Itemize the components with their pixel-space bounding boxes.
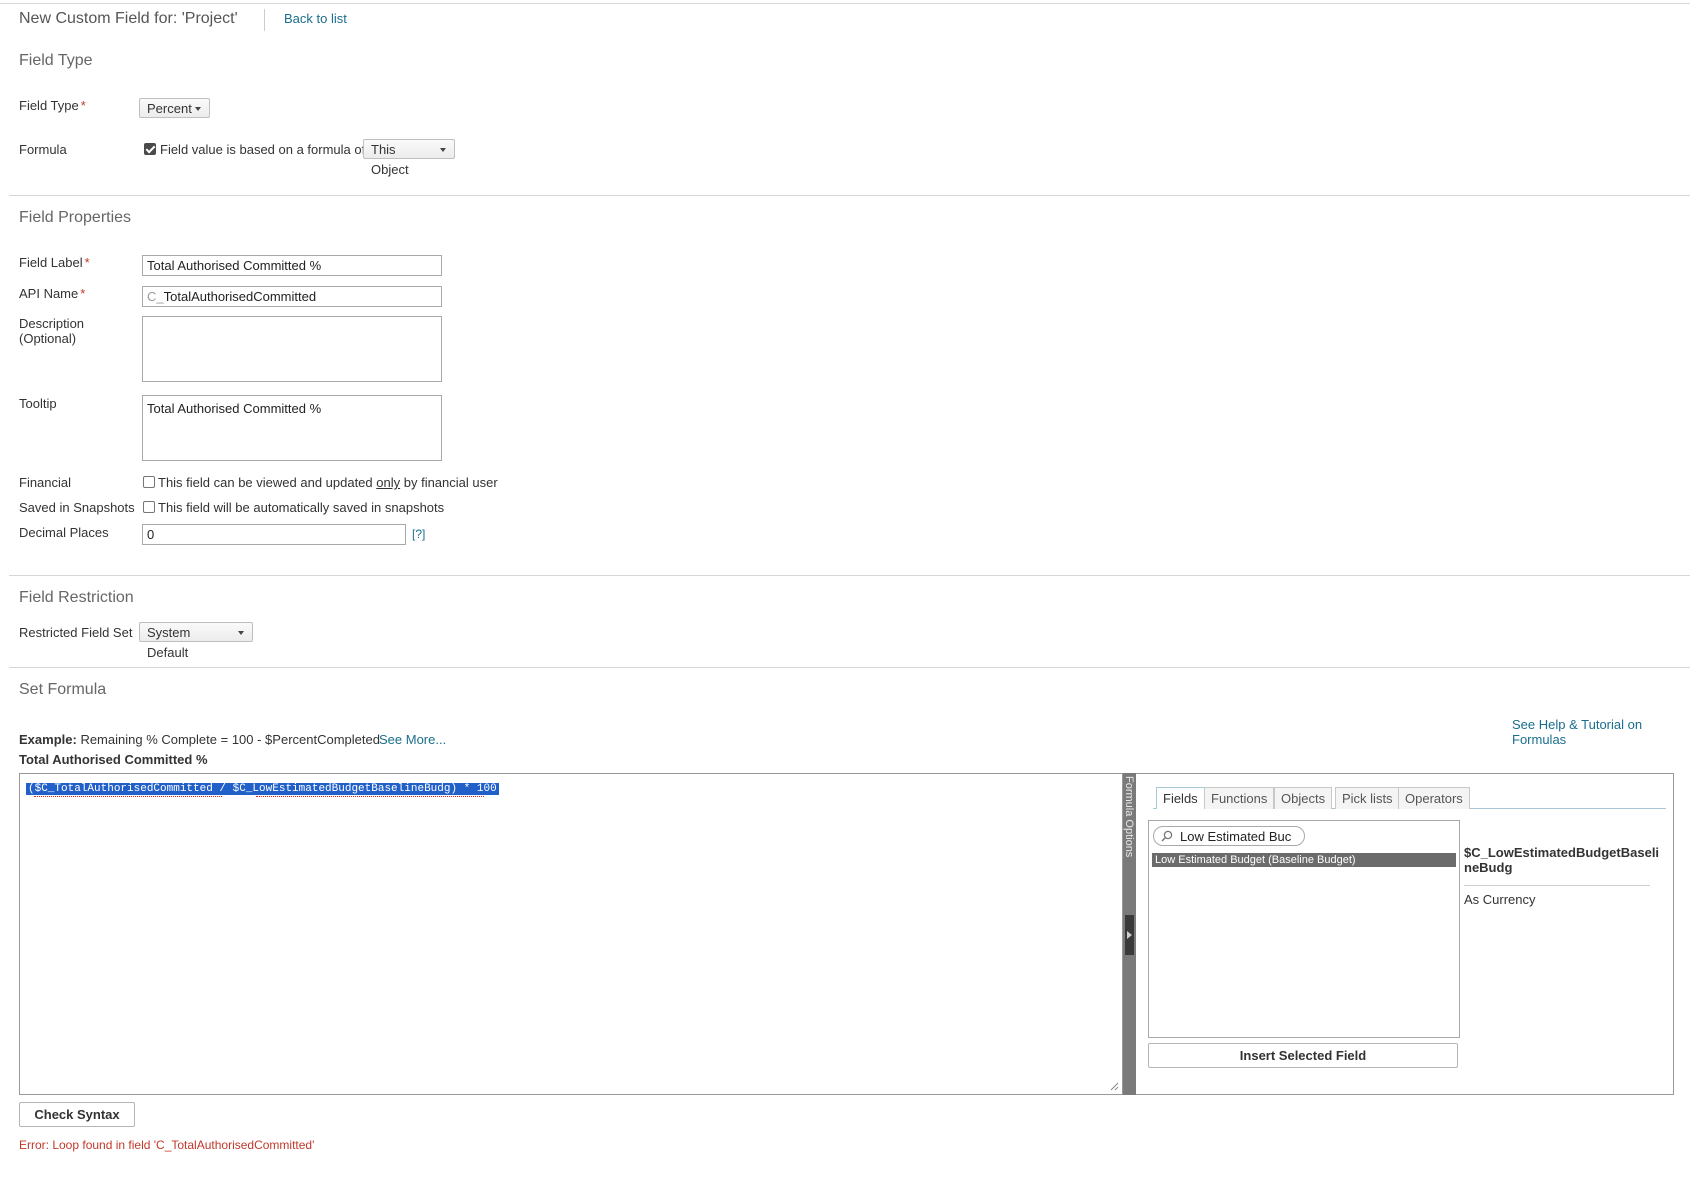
top-border xyxy=(0,3,1690,4)
field-properties-section-title: Field Properties xyxy=(19,209,132,226)
description-label: Description (Optional) xyxy=(19,316,85,346)
resize-handle-icon[interactable] xyxy=(1110,1082,1119,1091)
chevron-down-icon xyxy=(195,107,201,111)
detail-divider xyxy=(1464,885,1650,886)
tab-operators[interactable]: Operators xyxy=(1398,787,1470,809)
chevron-right-icon xyxy=(1127,931,1132,939)
formula-editor[interactable]: ($C_TotalAuthorisedCommitted / $C_LowEst… xyxy=(19,773,1123,1095)
error-message: Error: Loop found in field 'C_TotalAutho… xyxy=(19,1138,315,1152)
restricted-field-set-dropdown[interactable]: System Default xyxy=(139,622,253,660)
formula-label: Formula xyxy=(19,142,67,157)
formula-options-handle[interactable]: Formula Options xyxy=(1123,773,1136,1095)
insert-selected-field-button[interactable]: Insert Selected Field xyxy=(1148,1043,1458,1068)
field-search-value: Low Estimated Buc xyxy=(1180,829,1292,844)
check-syntax-button[interactable]: Check Syntax xyxy=(19,1102,135,1127)
formula-object-dropdown[interactable]: This Object xyxy=(363,139,455,177)
field-type-section-title: Field Type xyxy=(19,52,93,69)
formula-example: Example: Remaining % Complete = 100 - $P… xyxy=(19,732,380,747)
tab-functions[interactable]: Functions xyxy=(1204,787,1275,809)
formula-object-value: This Object xyxy=(371,142,409,177)
field-type-value: Percent xyxy=(147,101,192,116)
api-name-input[interactable]: C_TotalAuthorisedCommitted xyxy=(142,286,442,307)
decimal-places-input[interactable]: 0 xyxy=(142,524,406,545)
tooltip-textarea[interactable]: Total Authorised Committed % xyxy=(142,395,442,461)
restricted-field-set-value: System Default xyxy=(147,625,191,660)
chevron-down-icon xyxy=(238,631,244,635)
set-formula-section-title: Set Formula xyxy=(19,681,107,698)
tab-fields[interactable]: Fields xyxy=(1156,787,1205,809)
formula-options-panel: Fields Functions Objects Pick lists Oper… xyxy=(1136,773,1674,1095)
field-label-label: Field Label * xyxy=(19,255,90,270)
field-result-item[interactable]: Low Estimated Budget (Baseline Budget) xyxy=(1152,853,1456,867)
field-label-input[interactable]: Total Authorised Committed % xyxy=(142,255,442,276)
formula-options-label: Formula Options xyxy=(1123,776,1135,858)
financial-checkbox[interactable] xyxy=(143,476,155,488)
snapshots-checkbox[interactable] xyxy=(143,501,155,513)
search-icon xyxy=(1161,830,1173,842)
api-name-value: TotalAuthorisedCommitted xyxy=(163,289,317,304)
tab-objects[interactable]: Objects xyxy=(1274,787,1333,809)
spelling-underline xyxy=(34,796,222,797)
snapshots-checkbox-label: This field will be automatically saved i… xyxy=(158,500,445,515)
formula-text[interactable]: ($C_TotalAuthorisedCommitted / $C_LowEst… xyxy=(26,779,499,795)
snapshots-label: Saved in Snapshots xyxy=(19,500,135,515)
section-divider xyxy=(9,575,1690,576)
tab-pick-lists[interactable]: Pick lists xyxy=(1335,787,1400,809)
formula-checkbox[interactable] xyxy=(144,143,156,155)
formula-checkbox-label: Field value is based on a formula of: xyxy=(160,142,369,157)
see-more-link[interactable]: See More... xyxy=(379,732,446,747)
decimal-help-link[interactable]: [?] xyxy=(412,527,425,541)
back-to-list-link[interactable]: Back to list xyxy=(284,11,347,26)
field-type-label: Field Type * xyxy=(19,98,86,113)
section-divider xyxy=(9,667,1690,668)
help-tutorial-link[interactable]: See Help & Tutorial on Formulas xyxy=(1512,717,1690,747)
field-search-input[interactable]: Low Estimated Buc xyxy=(1153,826,1305,846)
field-restriction-section-title: Field Restriction xyxy=(19,589,134,606)
field-list-box: Low Estimated Buc Low Estimated Budget (… xyxy=(1148,820,1460,1038)
decimal-places-label: Decimal Places xyxy=(19,525,109,540)
description-textarea[interactable] xyxy=(142,316,442,382)
page-title: New Custom Field for: 'Project' xyxy=(19,10,238,27)
api-name-prefix: C_ xyxy=(147,289,164,304)
selected-field-type: As Currency xyxy=(1464,892,1536,907)
spelling-underline xyxy=(256,796,484,797)
financial-label: Financial xyxy=(19,475,72,490)
api-name-label: API Name * xyxy=(19,286,86,301)
collapse-toggle[interactable] xyxy=(1125,915,1134,955)
section-divider xyxy=(9,195,1690,196)
tooltip-label: Tooltip xyxy=(19,396,57,411)
selected-field-api-name: $C_LowEstimatedBudgetBaseli neBudg xyxy=(1464,845,1660,875)
chevron-down-icon xyxy=(440,148,446,152)
field-type-dropdown[interactable]: Percent xyxy=(139,98,210,118)
restricted-field-set-label: Restricted Field Set xyxy=(19,625,133,640)
title-divider xyxy=(264,9,265,31)
formula-field-name: Total Authorised Committed % xyxy=(19,752,208,767)
financial-checkbox-label: This field can be viewed and updated onl… xyxy=(158,475,498,490)
